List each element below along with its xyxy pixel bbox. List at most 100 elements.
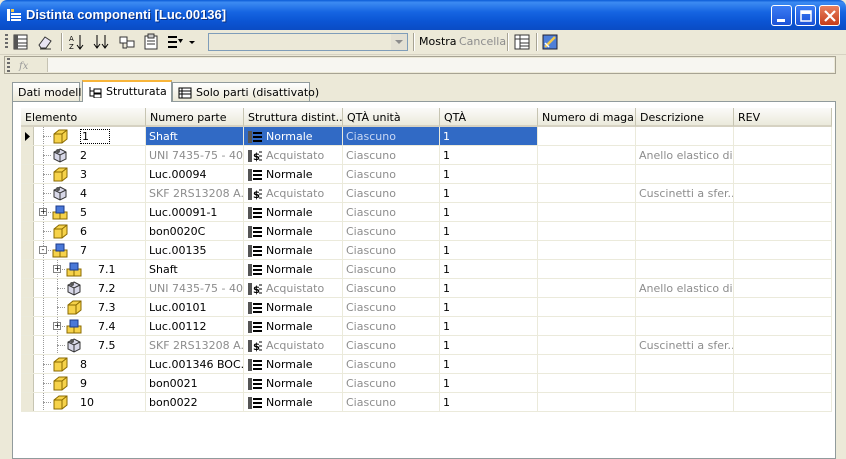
renumber-icon[interactable] — [93, 33, 111, 51]
tab-solo-parti[interactable]: Solo parti (disattivato) — [172, 82, 319, 101]
cell-qta-unita[interactable]: Ciascuno — [343, 279, 440, 298]
cell-qta-unita[interactable]: Ciascuno — [343, 165, 440, 184]
row-header[interactable] — [21, 336, 34, 354]
header-col-numero-parte[interactable]: Numero parte — [146, 108, 244, 127]
cell-numero-parte[interactable]: Luc.00091-1 — [146, 203, 244, 222]
cell-struttura[interactable]: Normale — [244, 241, 343, 260]
table-row[interactable]: 4 SKF 2RS13208 A... $ Acquistato Ciascuno 1 Cu… — [21, 184, 837, 203]
cell-numero-magazzino[interactable] — [538, 146, 636, 165]
header-col-qta-unita[interactable]: QTÀ unità — [343, 108, 440, 127]
cell-struttura[interactable]: $ Acquistato — [244, 146, 343, 165]
cell-elemento[interactable]: 10 — [21, 393, 146, 412]
combo-arrow[interactable] — [391, 34, 407, 50]
cell-elemento[interactable]: 2 — [21, 146, 146, 165]
header-col-qta[interactable]: QTÀ — [440, 108, 538, 127]
cell-descrizione[interactable] — [636, 127, 734, 146]
cell-qta[interactable]: 1 — [440, 374, 538, 393]
table-row[interactable]: 10 bon0022 Normale Ciascuno 1 — [21, 393, 837, 412]
row-header[interactable] — [21, 146, 34, 164]
cell-rev[interactable] — [734, 298, 832, 317]
cell-numero-magazzino[interactable] — [538, 355, 636, 374]
cell-descrizione[interactable]: Anello elastico di... — [636, 279, 734, 298]
table-row[interactable]: 7.5 SKF 2RS13208 A... $ Acquistato Ciascuno 1… — [21, 336, 837, 355]
cell-rev[interactable] — [734, 336, 832, 355]
cell-numero-magazzino[interactable] — [538, 317, 636, 336]
clipboard-icon[interactable] — [142, 33, 160, 51]
merge-icon[interactable] — [118, 33, 136, 51]
dropdown-arrow-icon[interactable] — [187, 33, 197, 51]
row-header[interactable] — [21, 355, 34, 373]
cell-descrizione[interactable]: Cuscinetti a sfer... — [636, 336, 734, 355]
expand-icon[interactable]: + — [53, 322, 61, 330]
cell-numero-magazzino[interactable] — [538, 184, 636, 203]
cell-elemento[interactable]: 7.2 — [21, 279, 146, 298]
cell-rev[interactable] — [734, 317, 832, 336]
cell-descrizione[interactable] — [636, 222, 734, 241]
row-header[interactable] — [21, 127, 34, 145]
cell-struttura[interactable]: Normale — [244, 260, 343, 279]
table-row[interactable]: +7.4 Luc.00112 Normale Ciascuno 1 — [21, 317, 837, 336]
cell-rev[interactable] — [734, 222, 832, 241]
columns-icon[interactable] — [513, 33, 531, 51]
cell-rev[interactable] — [734, 184, 832, 203]
cell-numero-parte[interactable]: Luc.00094 — [146, 165, 244, 184]
row-header[interactable] — [21, 203, 34, 221]
table-row[interactable]: 7.3 Luc.00101 Normale Ciascuno 1 — [21, 298, 837, 317]
cell-elemento[interactable]: 9 — [21, 374, 146, 393]
collapse-icon[interactable]: - — [39, 246, 47, 254]
cell-descrizione[interactable] — [636, 165, 734, 184]
cell-qta[interactable]: 1 — [440, 298, 538, 317]
cell-descrizione[interactable] — [636, 203, 734, 222]
toolbar-grip[interactable] — [5, 34, 8, 50]
table-row[interactable]: +5 Luc.00091-1 Normale Ciascuno 1 — [21, 203, 837, 222]
cell-struttura[interactable]: Normale — [244, 374, 343, 393]
cell-struttura[interactable]: Normale — [244, 355, 343, 374]
tab-strutturata[interactable]: Strutturata — [82, 80, 172, 102]
table-row[interactable]: 7.2 UNI 7435-75 - 40 $ Acquistato Ciascuno 1 A… — [21, 279, 837, 298]
cell-numero-parte[interactable]: UNI 7435-75 - 40 — [146, 146, 244, 165]
cell-elemento[interactable]: +7.4 — [21, 317, 146, 336]
cell-descrizione[interactable] — [636, 241, 734, 260]
cell-rev[interactable] — [734, 241, 832, 260]
table-row[interactable]: -7 Luc.00135 Normale Ciascuno 1 — [21, 241, 837, 260]
cell-struttura[interactable]: Normale — [244, 127, 343, 146]
cell-qta[interactable]: 1 — [440, 355, 538, 374]
cell-numero-parte[interactable]: SKF 2RS13208 A... — [146, 184, 244, 203]
cell-elemento[interactable]: 3 — [21, 165, 146, 184]
row-header[interactable] — [21, 317, 34, 335]
cell-qta[interactable]: 1 — [440, 260, 538, 279]
cell-struttura[interactable]: $ Acquistato — [244, 279, 343, 298]
table-row[interactable]: 3 Luc.00094 Normale Ciascuno 1 — [21, 165, 837, 184]
cell-rev[interactable] — [734, 374, 832, 393]
cell-numero-parte[interactable]: UNI 7435-75 - 40 — [146, 279, 244, 298]
mostra-button[interactable]: Mostra — [419, 35, 457, 48]
cell-numero-parte[interactable]: bon0020C — [146, 222, 244, 241]
cell-numero-magazzino[interactable] — [538, 298, 636, 317]
cell-numero-magazzino[interactable] — [538, 374, 636, 393]
cell-qta[interactable]: 1 — [440, 241, 538, 260]
cell-numero-parte[interactable]: Luc.00135 — [146, 241, 244, 260]
cell-qta-unita[interactable]: Ciascuno — [343, 260, 440, 279]
cell-numero-parte[interactable]: SKF 2RS13208 A... — [146, 336, 244, 355]
row-header[interactable] — [21, 241, 34, 259]
cell-struttura[interactable]: Normale — [244, 298, 343, 317]
cell-qta-unita[interactable]: Ciascuno — [343, 374, 440, 393]
fx-icon[interactable]: fx — [17, 58, 37, 72]
cell-qta-unita[interactable]: Ciascuno — [343, 298, 440, 317]
cell-qta-unita[interactable]: Ciascuno — [343, 184, 440, 203]
maximize-button[interactable] — [795, 5, 816, 26]
title-bar[interactable]: Distinta componenti [Luc.00136] — [0, 0, 846, 30]
minimize-button[interactable] — [771, 5, 792, 26]
cell-descrizione[interactable] — [636, 260, 734, 279]
header-col-descrizione[interactable]: Descrizione — [636, 108, 734, 127]
cell-numero-parte[interactable]: Shaft — [146, 127, 244, 146]
cell-rev[interactable] — [734, 355, 832, 374]
header-col-struttura[interactable]: Struttura distint... — [244, 108, 343, 127]
table-row[interactable]: 1 Shaft Normale Ciascuno 1 — [21, 127, 837, 146]
header-col-rev[interactable]: REV — [734, 108, 832, 127]
cell-struttura[interactable]: Normale — [244, 203, 343, 222]
cell-numero-magazzino[interactable] — [538, 336, 636, 355]
row-header[interactable] — [21, 298, 34, 316]
cell-qta[interactable]: 1 — [440, 279, 538, 298]
table-icon[interactable] — [12, 33, 30, 51]
